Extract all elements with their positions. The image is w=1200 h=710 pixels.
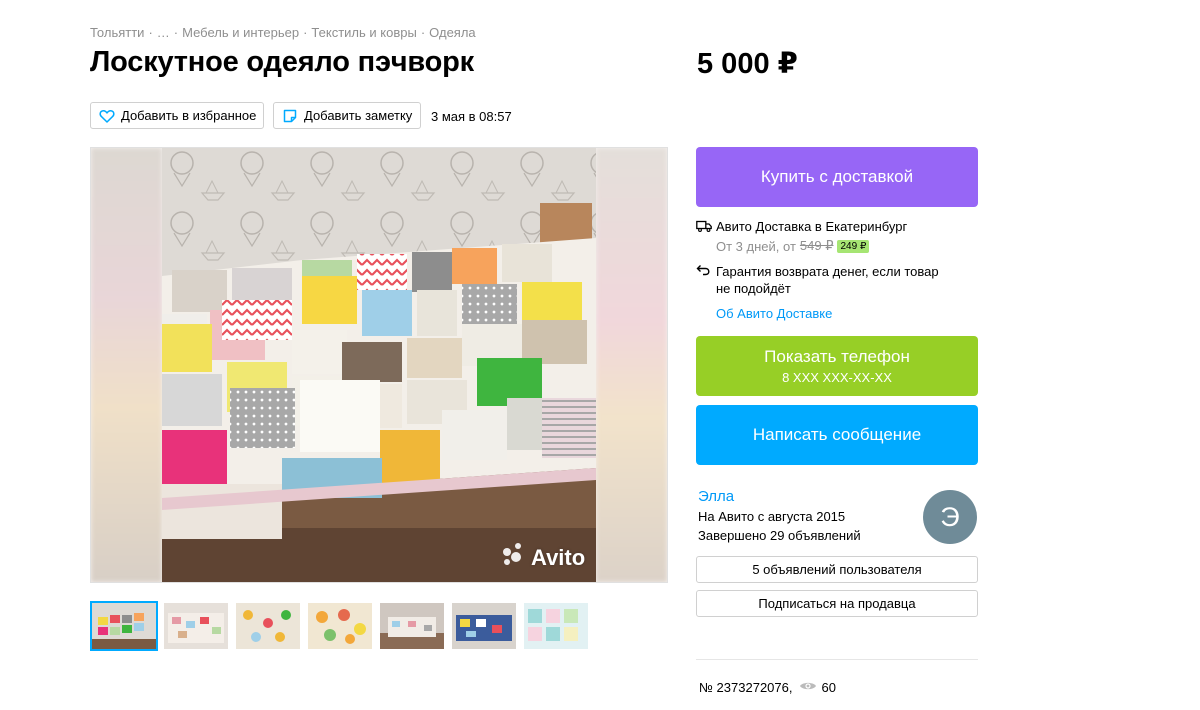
add-note-label: Добавить заметку	[304, 108, 413, 123]
listing-date: 3 мая в 08:57	[431, 109, 512, 124]
seller-since: На Авито с августа 2015	[698, 509, 846, 524]
thumbnail-image	[164, 603, 228, 649]
thumbnail[interactable]	[234, 601, 302, 651]
breadcrumb-item-textile[interactable]: Текстиль и ковры	[311, 25, 416, 40]
gallery-blur-left	[91, 148, 162, 582]
write-message-button[interactable]: Написать сообщение	[696, 405, 978, 465]
delivery-terms: От 3 дней, от	[716, 238, 796, 254]
about-delivery-link[interactable]: Об Авито Доставке	[716, 306, 832, 321]
listing-number: № 2373272076,	[699, 680, 793, 695]
heart-icon	[99, 109, 115, 123]
main-photo-image	[162, 148, 596, 582]
add-note-button[interactable]: Добавить заметку	[273, 102, 421, 129]
seller-ads-button[interactable]: 5 объявлений пользователя	[696, 556, 978, 583]
breadcrumb-separator: ·	[148, 25, 153, 40]
thumbnail-image	[452, 603, 516, 649]
thumbnail-strip	[90, 601, 590, 651]
breadcrumb: Тольятти ·… · Мебель и интерьер · Текстиль и …	[90, 25, 476, 40]
thumbnail[interactable]	[90, 601, 158, 651]
thumbnail-image	[380, 603, 444, 649]
thumbnail[interactable]	[522, 601, 590, 651]
thumbnail-image	[308, 603, 372, 649]
write-message-label: Написать сообщение	[752, 425, 922, 444]
breadcrumb-item-ellipsis[interactable]: …	[157, 25, 170, 40]
photo-gallery[interactable]: Avito	[90, 147, 668, 583]
seller-ads-label: 5 объявлений пользователя	[752, 562, 922, 577]
guarantee-text: Гарантия возврата денег, если товар не п…	[716, 264, 939, 296]
seller-completed: Завершено 29 объявлений	[698, 528, 861, 543]
views-count: 60	[821, 680, 836, 695]
thumbnail[interactable]	[306, 601, 374, 651]
breadcrumb-separator: ·	[173, 25, 179, 40]
breadcrumb-item-city[interactable]: Тольятти	[90, 25, 144, 40]
show-phone-label: Показать телефон	[764, 347, 910, 366]
add-to-favorites-button[interactable]: Добавить в избранное	[90, 102, 264, 129]
delivery-info: Авито Доставка в Екатеринбург От 3 дней,…	[696, 219, 907, 254]
listing-meta: № 2373272076, 60	[699, 680, 836, 695]
return-arrow-icon	[696, 263, 716, 297]
avito-watermark: Avito	[531, 545, 586, 570]
subscribe-seller-button[interactable]: Подписаться на продавца	[696, 590, 978, 617]
truck-icon	[696, 219, 716, 235]
thumbnail[interactable]	[450, 601, 518, 651]
breadcrumb-separator: ·	[420, 25, 426, 40]
subscribe-seller-label: Подписаться на продавца	[758, 596, 916, 611]
thumbnail[interactable]	[378, 601, 446, 651]
note-icon	[283, 109, 297, 122]
seller-info: Элла На Авито с августа 2015 Завершено 2…	[698, 488, 861, 543]
delivery-old-price: 549 ₽	[799, 238, 834, 253]
eye-icon	[799, 680, 817, 695]
buy-with-delivery-label: Купить с доставкой	[760, 167, 914, 186]
thumbnail-image	[92, 603, 156, 649]
gallery-blur-right	[596, 148, 667, 582]
seller-name[interactable]: Элла	[698, 488, 861, 505]
main-photo[interactable]: Avito	[162, 148, 596, 582]
breadcrumb-item-furniture[interactable]: Мебель и интерьер	[182, 25, 299, 40]
show-phone-button[interactable]: Показать телефон 8 XXX XXX-XX-XX	[696, 336, 978, 396]
delivery-price-badge: 249 ₽	[837, 239, 870, 253]
page-title: Лоскутное одеяло пэчворк	[90, 46, 474, 78]
delivery-title: Авито Доставка в Екатеринбург	[716, 219, 908, 234]
listing-price: 5 000 ₽	[697, 48, 798, 80]
breadcrumb-separator: ·	[303, 25, 308, 40]
phone-number-masked: 8 XXX XXX-XX-XX	[782, 370, 892, 385]
add-to-favorites-label: Добавить в избранное	[121, 108, 257, 123]
money-back-guarantee: Гарантия возврата денег, если товар не п…	[696, 263, 946, 297]
avatar[interactable]: Э	[923, 490, 977, 544]
breadcrumb-item-blankets[interactable]: Одеяла	[429, 25, 476, 40]
thumbnail-image	[236, 603, 300, 649]
buy-with-delivery-button[interactable]: Купить с доставкой	[696, 147, 978, 207]
thumbnail-image	[524, 603, 588, 649]
divider	[696, 659, 978, 660]
thumbnail[interactable]	[162, 601, 230, 651]
